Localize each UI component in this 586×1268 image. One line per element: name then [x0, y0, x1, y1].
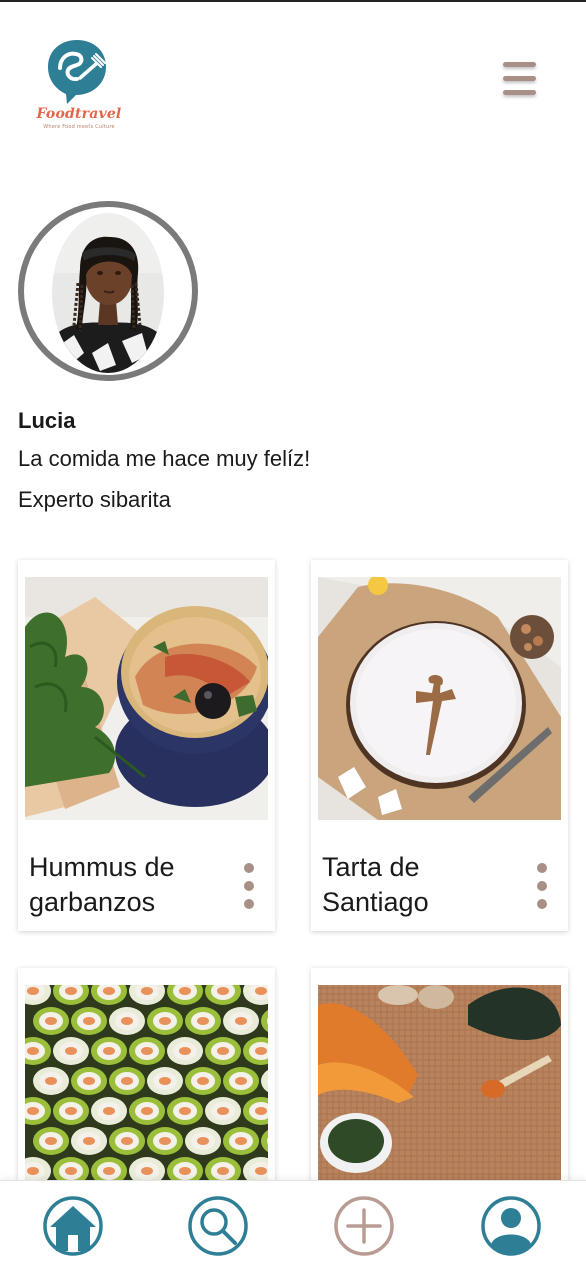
add-icon[interactable] [333, 1195, 395, 1257]
recipe-card[interactable]: Hummus de garbanzos [18, 560, 275, 931]
hummus-photo [25, 577, 268, 820]
profile-icon[interactable] [480, 1195, 542, 1257]
logo-mark-icon [48, 40, 106, 104]
logo-tagline: Where Food meets Culture [43, 124, 115, 130]
bottom-navigation [0, 1180, 586, 1268]
recipe-title[interactable]: Hummus de garbanzos [29, 850, 219, 920]
profile-name: Lucia [18, 408, 76, 433]
recipe-title[interactable]: Tarta de Santiago [322, 850, 512, 920]
profile-title: Experto sibarita [18, 487, 171, 512]
avatar-photo [52, 213, 164, 373]
recipe-card[interactable]: Tarta de Santiago [311, 560, 568, 931]
tarta-de-santiago-photo [318, 577, 561, 820]
logo-wordmark: Foodtravel [36, 106, 122, 122]
home-icon[interactable] [42, 1195, 104, 1257]
search-icon[interactable] [187, 1195, 249, 1257]
foodtravel-logo[interactable]: Foodtravel Where Food meets Culture [34, 38, 124, 134]
profile-avatar[interactable] [18, 201, 198, 381]
more-options-icon[interactable] [533, 863, 551, 909]
more-options-icon[interactable] [240, 863, 258, 909]
app-header: Foodtravel Where Food meets Culture [0, 2, 586, 152]
profile-bio: La comida me hace muy felíz! [18, 446, 311, 471]
hamburger-menu-icon[interactable] [498, 60, 542, 100]
